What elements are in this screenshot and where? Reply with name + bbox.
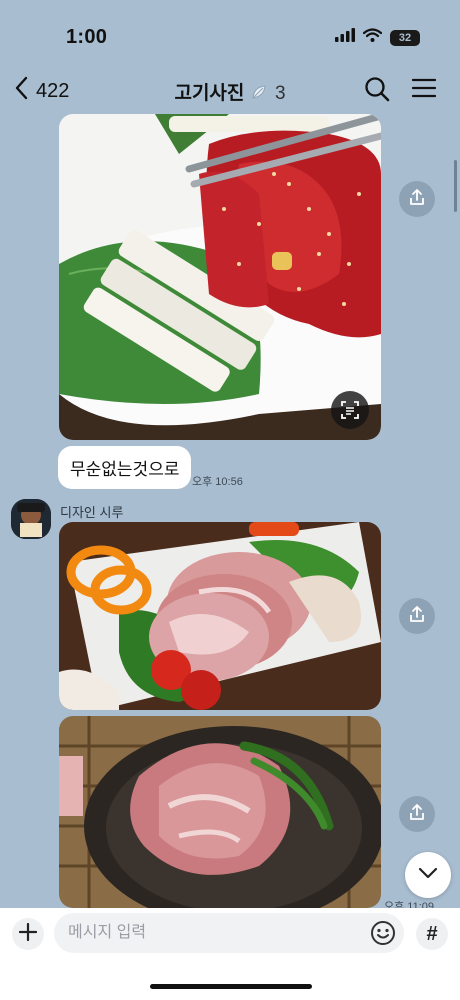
share-icon xyxy=(408,803,426,826)
emoji-icon[interactable] xyxy=(370,920,396,946)
member-count: 3 xyxy=(274,83,286,104)
chevron-down-icon xyxy=(418,866,438,884)
chat-title[interactable]: 고기사진 3 xyxy=(0,78,460,105)
home-indicator xyxy=(150,984,312,989)
attach-button[interactable] xyxy=(12,918,44,950)
pork-platter-image xyxy=(59,522,381,710)
battery-icon: 32 xyxy=(390,29,420,46)
beef-tartare-image xyxy=(59,114,381,440)
menu-button[interactable] xyxy=(411,76,437,105)
avatar-image xyxy=(11,499,51,539)
message-bubble[interactable]: 무순없는것으로 xyxy=(58,446,192,489)
search-button[interactable] xyxy=(364,76,390,107)
message-time: 오후 10:56 xyxy=(192,476,243,488)
leaf-icon xyxy=(250,83,273,104)
photo-pork-platter[interactable] xyxy=(59,522,381,710)
share-button[interactable] xyxy=(399,598,435,634)
signal-icon xyxy=(335,28,355,47)
share-button[interactable] xyxy=(399,796,435,832)
chat-title-text: 고기사진 xyxy=(174,83,245,104)
scrollbar[interactable] xyxy=(454,160,457,212)
avatar[interactable] xyxy=(11,499,51,539)
hashtag-button[interactable]: # xyxy=(416,918,448,950)
message-input[interactable] xyxy=(54,913,372,953)
status-bar: 1:00 32 xyxy=(0,0,460,72)
plus-icon xyxy=(18,922,38,946)
status-icons: 32 xyxy=(335,28,420,47)
photo-beef-tartare[interactable] xyxy=(59,114,381,440)
wifi-icon xyxy=(362,28,383,47)
text-scan-button[interactable] xyxy=(331,391,369,429)
message-field[interactable] xyxy=(54,913,404,953)
hash-icon: # xyxy=(426,922,438,945)
menu-icon xyxy=(411,78,437,104)
share-icon xyxy=(408,188,426,211)
pork-steak-image xyxy=(59,716,381,908)
search-icon xyxy=(364,77,390,106)
scroll-to-bottom-button[interactable] xyxy=(405,852,451,898)
chat-header: 422 고기사진 3 xyxy=(0,68,460,112)
photo-pork-steak[interactable] xyxy=(59,716,381,908)
status-time: 1:00 xyxy=(66,26,108,48)
share-icon xyxy=(408,605,426,628)
sender-name: 디자인 시루 xyxy=(60,505,124,520)
scan-text-icon xyxy=(340,400,360,420)
share-button[interactable] xyxy=(399,181,435,217)
